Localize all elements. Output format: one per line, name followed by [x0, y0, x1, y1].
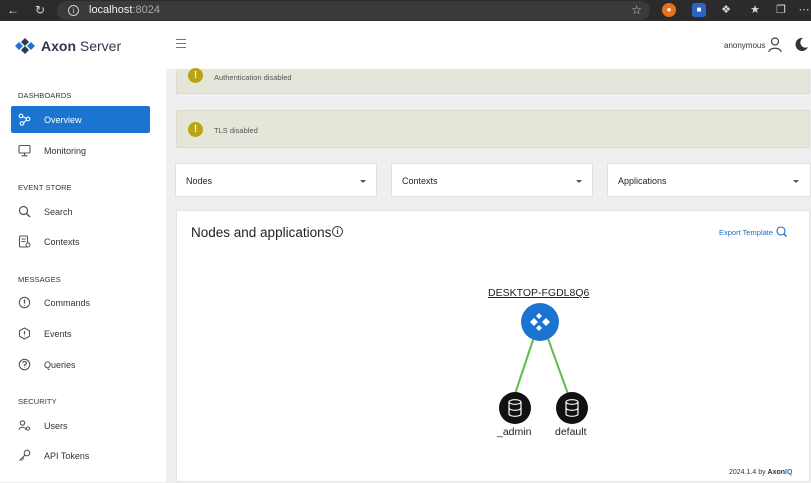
sidebar-item-contexts[interactable]: Contexts: [11, 228, 150, 255]
monitor-icon: [18, 144, 31, 157]
dropdown-label: Applications: [618, 176, 667, 186]
sidebar-item-overview[interactable]: Overview: [11, 106, 150, 133]
sidebar-item-label: Queries: [44, 359, 76, 370]
more-menu-icon[interactable]: ⋯: [797, 3, 811, 17]
caret-down-icon: [360, 180, 366, 183]
sidebar-item-api-tokens[interactable]: API Tokens: [11, 442, 150, 469]
dropdown-label: Contexts: [402, 176, 438, 186]
alert-text: TLS disabled: [214, 126, 258, 135]
sidebar-item-label: Contexts: [44, 236, 80, 247]
browser-toolbar: ← ↻ i localhost:8024 ☆ ● ■ ❖ ★ ❐ ⋯: [0, 0, 811, 21]
sidebar-section-security: SECURITY: [18, 397, 57, 406]
sidebar-section-messages: MESSAGES: [18, 275, 61, 284]
overview-icon: [18, 113, 31, 126]
alert-authentication-disabled: ! Authentication disabled: [176, 68, 810, 94]
export-template-link[interactable]: Export Template: [719, 228, 773, 237]
sidebar-item-label: Monitoring: [44, 145, 87, 156]
sidebar-item-label: Users: [44, 420, 68, 431]
sidebar-item-queries[interactable]: Queries: [11, 351, 150, 378]
site-info-icon[interactable]: i: [68, 5, 79, 16]
sidebar-item-monitoring[interactable]: Monitoring: [11, 137, 150, 164]
extensions-puzzle-icon[interactable]: ❖: [719, 3, 733, 17]
info-icon[interactable]: i: [332, 226, 343, 237]
app-name: Axon Server: [41, 38, 122, 54]
sidebar-item-label: Commands: [44, 297, 91, 308]
axon-logo-icon: [15, 38, 35, 54]
caret-down-icon: [793, 180, 799, 183]
user-icon[interactable]: [768, 37, 782, 53]
axon-server-logo[interactable]: Axon Server: [15, 37, 121, 55]
nodes-dropdown[interactable]: Nodes: [175, 163, 377, 197]
dropdown-label: Nodes: [186, 176, 213, 186]
warning-icon: !: [188, 68, 203, 83]
bookmark-star-icon[interactable]: ☆: [631, 3, 642, 17]
commands-icon: [18, 296, 31, 309]
sidebar-item-events[interactable]: Events: [11, 320, 150, 347]
contexts-icon: [18, 235, 31, 248]
sidebar-item-users[interactable]: Users: [11, 412, 150, 439]
menu-toggle-icon[interactable]: [176, 39, 186, 48]
applications-dropdown[interactable]: Applications: [607, 163, 811, 197]
queries-icon: [18, 358, 31, 371]
caret-down-icon: [576, 180, 582, 183]
search-icon: [18, 205, 31, 218]
export-icon[interactable]: [776, 226, 787, 237]
axoniq-brand: AxonIQ: [767, 469, 793, 476]
sidebar-item-label: Overview: [44, 114, 82, 125]
warning-icon: !: [188, 122, 203, 137]
host-node-label[interactable]: DESKTOP-FGDL8Q6: [488, 287, 589, 299]
url-text: localhost:8024: [89, 4, 160, 16]
current-user: anonymous: [724, 41, 766, 50]
reload-icon[interactable]: ↻: [33, 3, 47, 17]
context-node-admin[interactable]: [499, 392, 531, 424]
context-label-admin: _admin: [497, 426, 532, 438]
card-title: Nodes and applications: [191, 225, 332, 240]
back-icon[interactable]: ←: [6, 3, 20, 17]
sidebar-item-search[interactable]: Search: [11, 198, 150, 225]
users-icon: [18, 420, 31, 431]
context-node-default[interactable]: [556, 392, 588, 424]
sidebar-item-commands[interactable]: Commands: [11, 289, 150, 316]
sidebar: DASHBOARDS Overview Monitoring EVENT STO…: [0, 69, 166, 482]
topology-graph: [499, 303, 588, 424]
extension-icon[interactable]: ●: [662, 3, 676, 17]
favorites-icon[interactable]: ★: [748, 3, 762, 17]
app-header: Axon Server anonymous: [0, 21, 811, 69]
alert-tls-disabled: ! TLS disabled: [176, 110, 810, 148]
alert-text: Authentication disabled: [214, 73, 292, 82]
dark-mode-toggle-icon[interactable]: [794, 37, 809, 52]
nodes-applications-card: Nodes and applications i Export Template…: [176, 210, 810, 482]
collections-icon[interactable]: ❐: [774, 3, 788, 17]
events-icon: [18, 327, 31, 340]
address-bar[interactable]: i localhost:8024 ☆: [57, 1, 650, 20]
key-icon: [19, 449, 31, 461]
sidebar-item-label: Events: [44, 328, 72, 339]
extension-icon[interactable]: ■: [692, 3, 706, 17]
sidebar-item-label: API Tokens: [44, 450, 90, 461]
host-node[interactable]: [521, 303, 559, 341]
sidebar-section-dashboards: DASHBOARDS: [18, 91, 72, 100]
sidebar-section-event-store: EVENT STORE: [18, 183, 72, 192]
contexts-dropdown[interactable]: Contexts: [391, 163, 593, 197]
version-footer: 2024.1.4 by AxonIQ: [729, 469, 793, 476]
sidebar-item-label: Search: [44, 206, 73, 217]
context-label-default: default: [555, 426, 587, 438]
